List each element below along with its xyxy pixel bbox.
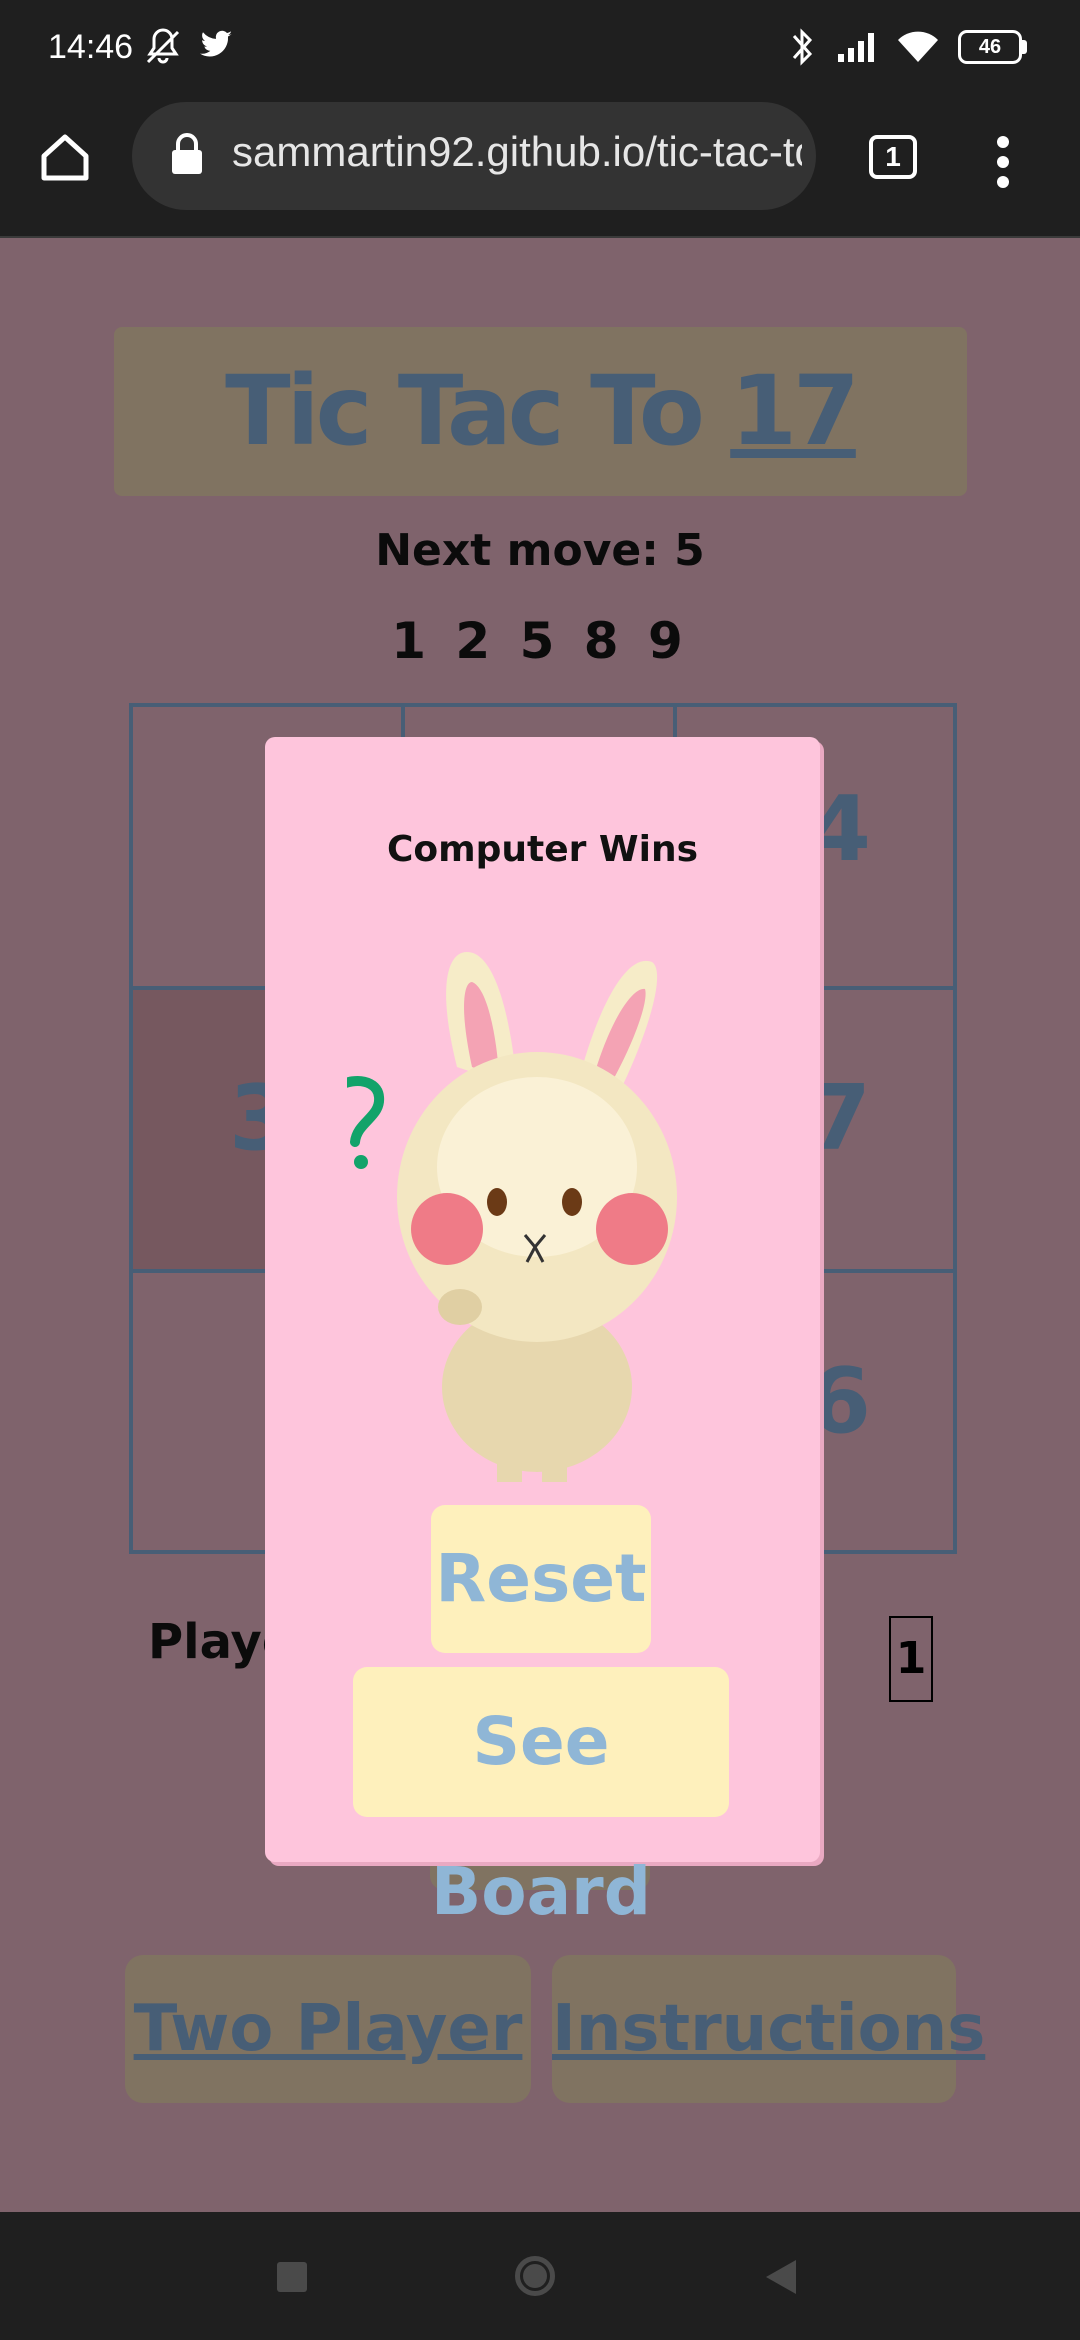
battery-icon: 46 xyxy=(958,30,1022,64)
two-player-label[interactable]: Two Player xyxy=(134,1992,523,2066)
title-banner: Tic Tac To 17 xyxy=(114,327,967,496)
player-indicator: 1 xyxy=(889,1616,933,1702)
two-player-button[interactable]: Two Player xyxy=(125,1955,531,2103)
instructions-label[interactable]: Instructions xyxy=(552,1992,985,2066)
twitter-icon xyxy=(196,24,236,68)
reset-button[interactable]: Reset xyxy=(431,1505,651,1653)
address-bar[interactable]: sammartin92.github.io/tic-tac-to-17 xyxy=(132,102,816,210)
status-time: 14:46 xyxy=(48,28,134,66)
lock-icon xyxy=(170,132,204,180)
wifi-icon xyxy=(894,24,942,74)
title-text: Tic Tac To xyxy=(225,355,731,467)
url-text[interactable]: sammartin92.github.io/tic-tac-to-17 xyxy=(232,128,802,176)
confused-bunny-image xyxy=(347,952,677,1482)
status-bar: 14:46 46 xyxy=(0,0,1080,98)
battery-tip xyxy=(1022,40,1027,54)
result-title: Computer Wins xyxy=(386,829,699,870)
back-icon[interactable] xyxy=(766,2260,796,2294)
browser-toolbar: sammartin92.github.io/tic-tac-to-17 1 xyxy=(0,98,1080,238)
home-icon[interactable] xyxy=(36,128,94,190)
tabs-icon[interactable]: 1 xyxy=(869,135,917,179)
next-move-label: Next move: 5 xyxy=(375,525,705,576)
home-nav-dot xyxy=(523,2264,547,2288)
available-numbers: 1 2 5 8 9 xyxy=(391,612,689,670)
mute-icon xyxy=(140,24,186,74)
recent-apps-icon[interactable] xyxy=(277,2262,307,2292)
signal-icon xyxy=(834,24,882,74)
see-board-button[interactable]: See Board xyxy=(353,1667,729,1930)
bluetooth-icon xyxy=(782,24,822,74)
title-number: 17 xyxy=(730,355,860,467)
more-vert-icon[interactable] xyxy=(995,134,1011,194)
result-modal: Computer Wins Reset See Board xyxy=(265,737,820,1930)
system-nav-bar xyxy=(0,2212,1080,2340)
page-title: Tic Tac To 17 xyxy=(225,355,860,467)
instructions-button[interactable]: Instructions xyxy=(552,1955,985,2103)
